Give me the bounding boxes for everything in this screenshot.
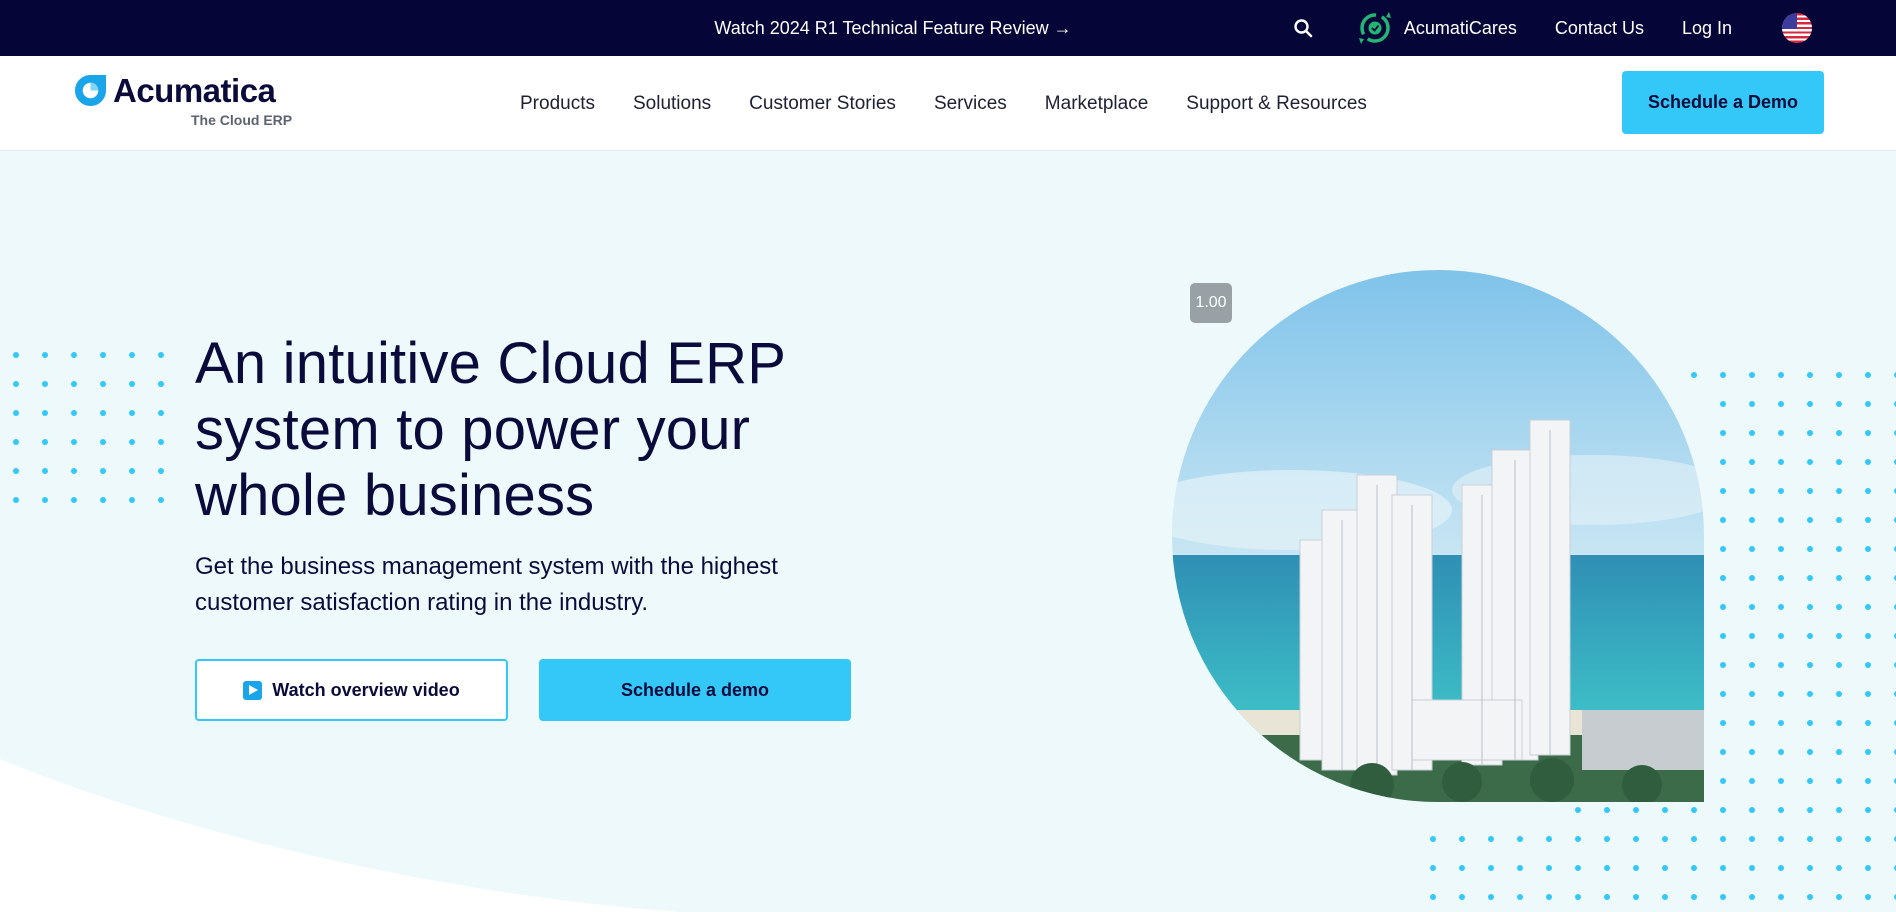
acumaticares-label: AcumatiCares	[1403, 17, 1517, 38]
decorative-dots-left	[13, 352, 164, 503]
top-announcement-bar: Watch 2024 R1 Technical Feature Review →…	[0, 0, 1896, 56]
play-icon	[243, 680, 263, 700]
main-navigation-bar: Acumatica The Cloud ERP Products Solutio…	[0, 56, 1896, 151]
acumatica-logo[interactable]: Acumatica The Cloud ERP	[74, 72, 294, 134]
search-icon	[1294, 19, 1313, 38]
watch-overview-video-button[interactable]: Watch overview video	[195, 659, 508, 721]
primary-nav: Products Solutions Customer Stories Serv…	[520, 56, 1367, 151]
login-link[interactable]: Log In	[1682, 18, 1732, 39]
logo-tagline-text: The Cloud	[191, 112, 264, 128]
city-skyline-image	[1172, 270, 1704, 802]
hero-subheadline: Get the business management system with …	[195, 553, 778, 616]
logo-wordmark: Acumatica	[113, 72, 276, 109]
nav-item-support-resources[interactable]: Support & Resources	[1186, 93, 1367, 115]
promo-link[interactable]: Watch 2024 R1 Technical Feature Review →	[714, 18, 1071, 39]
playback-speed-badge[interactable]: 1.00	[1190, 283, 1232, 323]
watch-overview-video-label: Watch overview video	[272, 679, 460, 700]
contact-us-link[interactable]: Contact Us	[1555, 18, 1644, 39]
nav-item-customer-stories[interactable]: Customer Stories	[749, 93, 896, 115]
hero-video[interactable]	[1172, 270, 1704, 802]
nav-item-services[interactable]: Services	[934, 93, 1007, 115]
acumatica-logo-mark-icon	[74, 74, 107, 107]
logo-tagline-erp: ERP	[263, 112, 293, 128]
search-button[interactable]	[1287, 12, 1319, 44]
top-utility-links: AcumatiCares Contact Us Log In	[1287, 0, 1812, 56]
schedule-demo-hero-button[interactable]: Schedule a demo	[539, 659, 851, 721]
nav-item-marketplace[interactable]: Marketplace	[1045, 93, 1149, 115]
acumaticares-link[interactable]: AcumatiCares	[1355, 8, 1517, 48]
hero-headline: An intuitive Cloud ERP system to power y…	[195, 331, 786, 528]
acumaticares-icon	[1358, 12, 1391, 44]
nav-item-products[interactable]: Products	[520, 93, 595, 115]
schedule-demo-nav-button[interactable]: Schedule a Demo	[1622, 71, 1824, 134]
hero-section: An intuitive Cloud ERP system to power y…	[0, 151, 1896, 912]
logo-tagline: The Cloud ERP	[191, 112, 292, 128]
nav-item-solutions[interactable]: Solutions	[633, 93, 711, 115]
us-flag-icon[interactable]	[1782, 13, 1812, 43]
